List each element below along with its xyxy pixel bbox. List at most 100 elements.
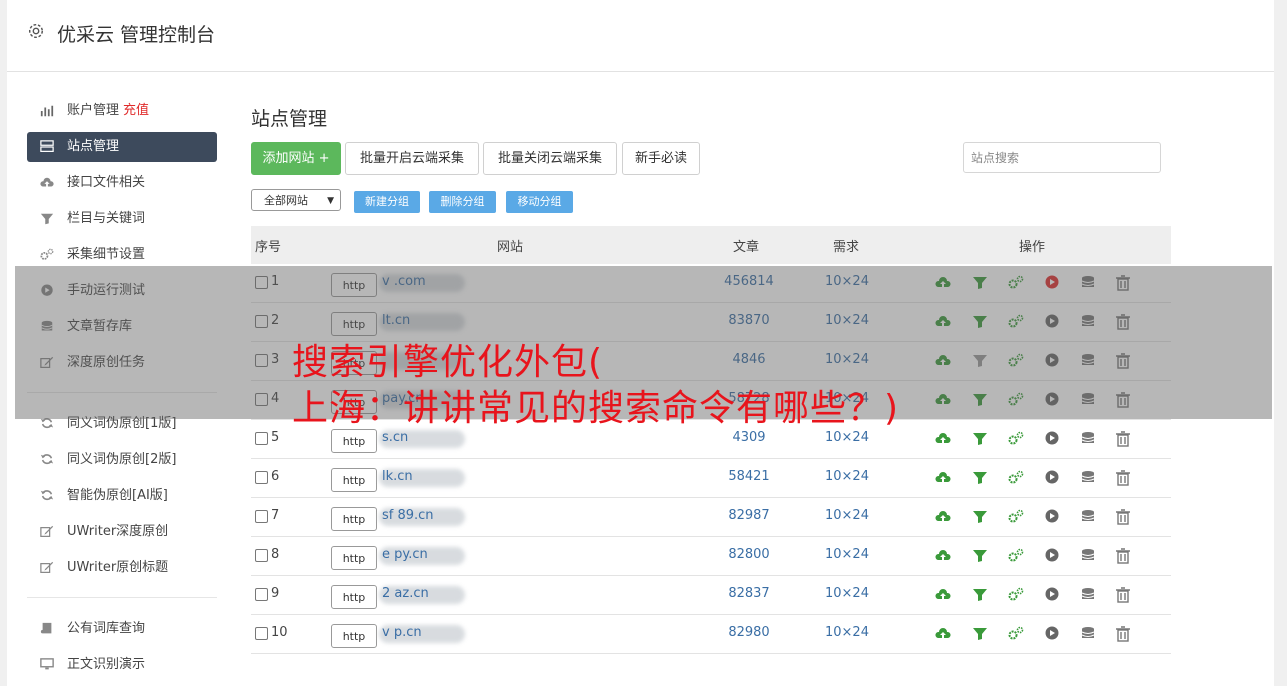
cloud-upload-icon[interactable] bbox=[935, 548, 951, 564]
filter-icon[interactable] bbox=[972, 431, 988, 447]
row-checkbox[interactable] bbox=[255, 627, 268, 640]
sidebar-item[interactable]: UWriter深度原创 bbox=[27, 517, 217, 547]
trash-icon[interactable] bbox=[1115, 626, 1131, 642]
recharge-link[interactable]: 充值 bbox=[123, 103, 149, 118]
filter-icon[interactable] bbox=[972, 587, 988, 603]
new-group-button[interactable]: 新建分组 bbox=[354, 191, 420, 213]
row-checkbox[interactable] bbox=[255, 588, 268, 601]
sidebar-item-label: 同义词伪原创[2版] bbox=[67, 452, 177, 467]
row-checkbox[interactable] bbox=[255, 432, 268, 445]
trash-icon[interactable] bbox=[1115, 431, 1131, 447]
sidebar-item[interactable]: UWriter原创标题 bbox=[27, 553, 217, 583]
play-circle-icon[interactable] bbox=[1044, 548, 1060, 564]
article-count[interactable]: 82837 bbox=[699, 586, 799, 601]
sidebar-item[interactable]: 正文识别演示 bbox=[27, 650, 217, 680]
demand-value[interactable]: 10×24 bbox=[797, 586, 897, 601]
gears-icon[interactable] bbox=[1008, 431, 1024, 447]
sidebar-item[interactable]: 站点管理 bbox=[27, 132, 217, 162]
trash-icon[interactable] bbox=[1115, 470, 1131, 486]
filter-icon[interactable] bbox=[972, 626, 988, 642]
gears-icon[interactable] bbox=[1008, 509, 1024, 525]
gears-icon[interactable] bbox=[1008, 587, 1024, 603]
batch-close-cloud-button[interactable]: 批量关闭云端采集 bbox=[483, 142, 617, 175]
trash-icon[interactable] bbox=[1115, 587, 1131, 603]
filter-icon[interactable] bbox=[972, 470, 988, 486]
main-content: 站点管理 添加网站 + 批量开启云端采集 批量关闭云端采集 新手必读 站点搜索 … bbox=[251, 96, 1171, 654]
edit-icon bbox=[40, 561, 54, 573]
filter-icon[interactable] bbox=[972, 548, 988, 564]
database-icon[interactable] bbox=[1080, 470, 1096, 486]
site-search-input[interactable]: 站点搜索 bbox=[963, 142, 1161, 173]
sidebar-item[interactable]: 账户管理 充值 bbox=[27, 96, 217, 126]
play-circle-icon[interactable] bbox=[1044, 509, 1060, 525]
cloud-upload-icon[interactable] bbox=[935, 509, 951, 525]
gears-icon[interactable] bbox=[1008, 626, 1024, 642]
play-circle-icon[interactable] bbox=[1044, 431, 1060, 447]
cloud-upload-icon[interactable] bbox=[935, 431, 951, 447]
database-icon[interactable] bbox=[1080, 509, 1096, 525]
trash-icon[interactable] bbox=[1115, 509, 1131, 525]
add-site-button[interactable]: 添加网站 + bbox=[251, 142, 341, 175]
filter-icon[interactable] bbox=[972, 509, 988, 525]
article-count[interactable]: 82987 bbox=[699, 508, 799, 523]
refresh-icon bbox=[40, 418, 54, 429]
site-link[interactable]: 2 az.cn bbox=[382, 586, 429, 601]
gears-icon[interactable] bbox=[1008, 470, 1024, 486]
play-circle-icon[interactable] bbox=[1044, 587, 1060, 603]
table-row: 9 http 2 az.cn 82837 10×24 bbox=[251, 576, 1171, 615]
database-icon[interactable] bbox=[1080, 548, 1096, 564]
cloud-upload-icon[interactable] bbox=[935, 587, 951, 603]
scheme-badge: http bbox=[331, 585, 377, 609]
batch-open-cloud-button[interactable]: 批量开启云端采集 bbox=[345, 142, 479, 175]
database-icon[interactable] bbox=[1080, 431, 1096, 447]
sidebar-item[interactable]: 栏目与关键词 bbox=[27, 204, 217, 234]
col-no: 序号 bbox=[255, 240, 282, 255]
sidebar-item[interactable]: 接口文件相关 bbox=[27, 168, 217, 198]
demand-value[interactable]: 10×24 bbox=[797, 430, 897, 445]
demand-value[interactable]: 10×24 bbox=[797, 469, 897, 484]
row-number: 8 bbox=[271, 547, 280, 562]
article-count[interactable]: 58421 bbox=[699, 469, 799, 484]
sidebar-item[interactable]: 智能伪原创[AI版] bbox=[27, 481, 217, 511]
col-ops: 操作 bbox=[1019, 240, 1046, 255]
sidebar-item[interactable]: 公有词库查询 bbox=[27, 614, 217, 644]
cloud-upload-icon[interactable] bbox=[935, 626, 951, 642]
delete-group-button[interactable]: 删除分组 bbox=[429, 191, 496, 213]
row-checkbox[interactable] bbox=[255, 510, 268, 523]
demand-value[interactable]: 10×24 bbox=[797, 508, 897, 523]
play-circle-icon[interactable] bbox=[1044, 626, 1060, 642]
scheme-badge: http bbox=[331, 429, 377, 453]
book-icon bbox=[40, 622, 52, 634]
site-link[interactable]: lk.cn bbox=[382, 469, 413, 484]
article-count[interactable]: 82980 bbox=[699, 625, 799, 640]
row-number: 6 bbox=[271, 469, 280, 484]
article-count[interactable]: 82800 bbox=[699, 547, 799, 562]
trash-icon[interactable] bbox=[1115, 548, 1131, 564]
gears-icon[interactable] bbox=[1008, 548, 1024, 564]
cloud-upload-icon[interactable] bbox=[935, 470, 951, 486]
app-header: 优采云 管理控制台 bbox=[7, 0, 1274, 72]
article-count[interactable]: 4309 bbox=[699, 430, 799, 445]
row-number: 10 bbox=[271, 625, 288, 640]
col-demand: 需求 bbox=[833, 240, 860, 255]
group-select[interactable]: 全部网站 ▼ bbox=[251, 189, 341, 211]
row-checkbox[interactable] bbox=[255, 549, 268, 562]
row-checkbox[interactable] bbox=[255, 471, 268, 484]
scheme-badge: http bbox=[331, 468, 377, 492]
sidebar-item[interactable]: 同义词伪原创[2版] bbox=[27, 445, 217, 475]
page-title: 站点管理 bbox=[251, 108, 328, 130]
play-circle-icon[interactable] bbox=[1044, 470, 1060, 486]
move-group-button[interactable]: 移动分组 bbox=[506, 191, 573, 213]
site-link[interactable]: sf 89.cn bbox=[382, 508, 434, 523]
database-icon[interactable] bbox=[1080, 626, 1096, 642]
newbie-guide-button[interactable]: 新手必读 bbox=[622, 142, 700, 175]
database-icon[interactable] bbox=[1080, 587, 1096, 603]
site-link[interactable]: s.cn bbox=[382, 430, 408, 445]
site-link[interactable]: v p.cn bbox=[382, 625, 422, 640]
row-number: 5 bbox=[271, 430, 280, 445]
demand-value[interactable]: 10×24 bbox=[797, 547, 897, 562]
demand-value[interactable]: 10×24 bbox=[797, 625, 897, 640]
site-link[interactable]: e py.cn bbox=[382, 547, 428, 562]
server-icon bbox=[40, 140, 54, 152]
refresh-icon bbox=[40, 490, 54, 501]
